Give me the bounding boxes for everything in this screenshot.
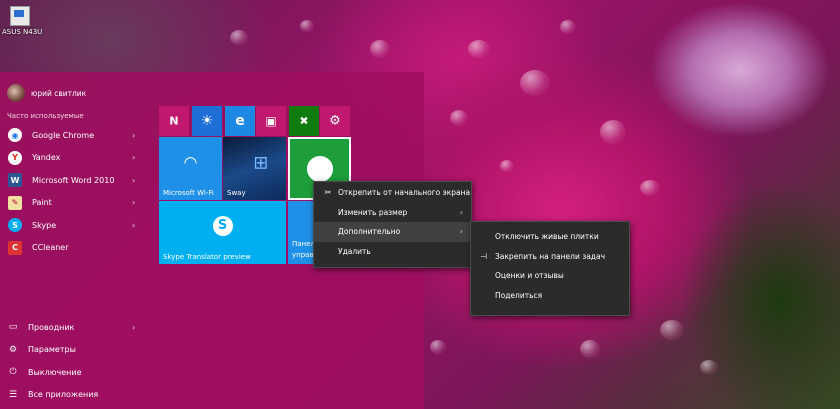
submenu-item-disable-live-tiles[interactable]: Отключить живые плитки [471, 227, 629, 247]
chevron-right-icon[interactable]: › [132, 176, 135, 185]
ccleaner-icon: C [8, 240, 22, 255]
app-label: Paint [32, 198, 52, 208]
user-name: юрий свитлик [31, 88, 87, 98]
app-item-skype[interactable]: S Skype › [0, 214, 150, 237]
menu-item-more[interactable]: Дополнительно › [314, 222, 471, 242]
app-item-paint[interactable]: ✎ Paint › [0, 192, 150, 215]
sys-item-explorer[interactable]: ▭ Проводник › [0, 316, 150, 339]
edge-icon: e [235, 113, 245, 129]
menu-item-label: Закрепить на панели задач [495, 251, 606, 261]
menu-item-label: Дополнительно [338, 227, 401, 237]
sys-label: Все приложения [28, 390, 99, 400]
tile-skype-translator[interactable]: S Skype Translator preview [159, 201, 286, 264]
app-label: Google Chrome [32, 130, 95, 140]
power-icon: ⏻ [9, 367, 17, 378]
menu-item-unpin[interactable]: ✂ Открепить от начального экрана [314, 183, 471, 203]
tile-label: Microsoft Wi-Fi [163, 189, 214, 197]
tile-sway[interactable]: ⊞ Sway [223, 137, 286, 200]
onenote-icon: N [169, 114, 179, 128]
app-item-chrome[interactable]: ◉ Google Chrome › [0, 124, 150, 147]
menu-item-resize[interactable]: Изменить размер › [314, 203, 471, 223]
menu-item-label: Поделиться [495, 290, 543, 300]
context-menu: ✂ Открепить от начального экрана Изменит… [313, 181, 472, 268]
app-label: CCleaner [32, 243, 69, 253]
menu-item-label: Удалить [338, 246, 371, 256]
menu-item-label: Изменить размер [338, 207, 408, 217]
app-item-ccleaner[interactable]: C CCleaner [0, 237, 150, 260]
computer-icon [10, 6, 30, 26]
xbox-icon: ✖ [299, 114, 309, 128]
frequent-header: Часто используемые [7, 112, 84, 120]
folder-icon: ▭ [8, 322, 18, 333]
sys-item-power[interactable]: ⏻ Выключение [0, 361, 150, 384]
menu-item-label: Открепить от начального экрана [338, 188, 471, 198]
photos-icon: ▣ [265, 114, 277, 128]
tile-label: Skype Translator preview [163, 253, 251, 261]
sys-label: Параметры [28, 345, 76, 355]
unpin-icon: ✂ [324, 188, 332, 198]
chevron-right-icon[interactable]: › [132, 131, 135, 140]
gear-icon: ⚙ [8, 344, 18, 355]
wifi-icon: ◠ [183, 152, 198, 172]
word-icon: W [8, 173, 22, 188]
tile-photos[interactable]: ▣ [256, 106, 286, 136]
sys-label: Проводник [28, 322, 75, 332]
submenu-item-share[interactable]: Поделиться [471, 286, 629, 306]
tile-edge[interactable]: e [225, 106, 255, 136]
tile-settings[interactable]: ⚙ [320, 106, 350, 136]
circle-app-icon [306, 155, 333, 182]
tile-onenote[interactable]: N [159, 106, 189, 136]
pin-icon: ⊣ [480, 251, 487, 261]
chevron-right-icon[interactable]: › [132, 221, 135, 230]
app-item-word[interactable]: W Microsoft Word 2010 › [0, 169, 150, 192]
skype-icon: S [212, 216, 233, 237]
chevron-right-icon[interactable]: › [132, 323, 135, 332]
tile-microsoft-wifi[interactable]: ◠ Microsoft Wi-Fi [159, 137, 222, 200]
frequent-apps-list: ◉ Google Chrome › Y Yandex › W Microsoft… [0, 124, 150, 259]
chevron-right-icon[interactable]: › [132, 153, 135, 162]
chevron-right-icon[interactable]: › [132, 198, 135, 207]
submenu-item-pin-taskbar[interactable]: ⊣ Закрепить на панели задач [471, 247, 629, 267]
windows-logo-icon: ⊞ [253, 152, 269, 174]
list-icon: ☰ [8, 389, 18, 400]
system-items: ▭ Проводник › ⚙ Параметры ⏻ Выключение ☰… [0, 316, 150, 406]
app-label: Yandex [32, 153, 61, 163]
sys-item-all-apps[interactable]: ☰ Все приложения [0, 384, 150, 407]
avatar [7, 84, 25, 102]
tile-label: управ [292, 251, 314, 259]
paint-icon: ✎ [8, 195, 22, 210]
sys-label: Выключение [28, 367, 82, 377]
tile-xbox[interactable]: ✖ [289, 106, 319, 136]
app-label: Microsoft Word 2010 [32, 175, 115, 185]
tile-label: Панел [292, 240, 315, 248]
app-label: Skype [32, 220, 57, 230]
sun-icon: ☀ [200, 113, 214, 129]
submenu: Отключить живые плитки ⊣ Закрепить на па… [470, 221, 630, 316]
desktop-icon-label: ASUS N43U [2, 28, 43, 36]
chevron-right-icon: › [459, 207, 463, 217]
gear-icon: ⚙ [329, 113, 341, 129]
menu-item-label: Оценки и отзывы [495, 271, 564, 281]
user-account[interactable]: юрий свитлик [7, 84, 86, 102]
menu-item-label: Отключить живые плитки [495, 232, 599, 242]
sys-item-settings[interactable]: ⚙ Параметры [0, 339, 150, 362]
app-item-yandex[interactable]: Y Yandex › [0, 147, 150, 170]
skype-icon: S [8, 218, 22, 233]
chevron-right-icon: › [459, 227, 463, 237]
chrome-icon: ◉ [8, 128, 22, 143]
submenu-item-rate-review[interactable]: Оценки и отзывы [471, 266, 629, 286]
yandex-icon: Y [8, 150, 22, 165]
tile-label: Sway [227, 189, 246, 197]
desktop-icon-computer[interactable]: ASUS N43U [2, 2, 43, 36]
tile-weather[interactable]: ☀ [192, 106, 222, 136]
menu-item-uninstall[interactable]: Удалить [314, 242, 471, 262]
